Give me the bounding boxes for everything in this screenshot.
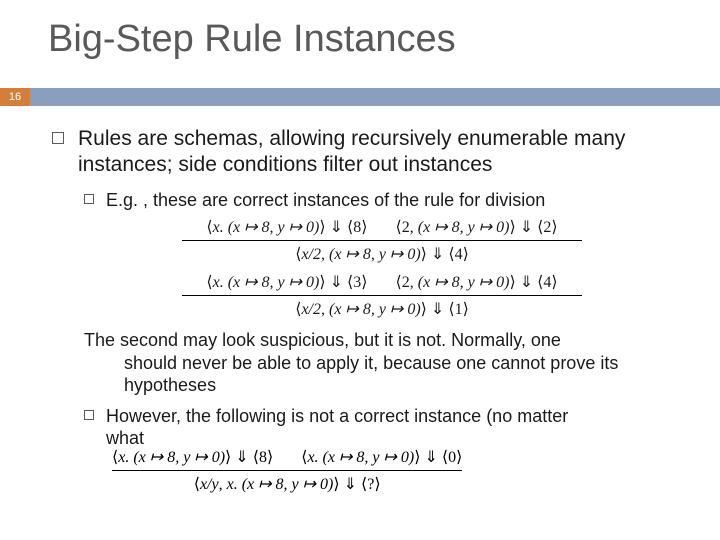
premise: ⟨x. (x ↦ 8, y ↦ 0)⟩ ⟨8⟩ — [112, 447, 273, 467]
bullet-square-icon — [84, 410, 94, 420]
rule-1: ⟨x. (x ↦ 8, y ↦ 0)⟩ ⟨8⟩ ⟨2, (x ↦ 8, y ↦ … — [92, 217, 672, 264]
premise: ⟨2, (x ↦ 8, y ↦ 0)⟩ ⟨4⟩ — [396, 272, 558, 292]
conclusion: ⟨x/y, x. (x ↦ 8, y ↦ 0)⟩ ⟨?⟩ — [194, 474, 381, 494]
page-number: 16 — [0, 88, 30, 106]
rule-line — [182, 295, 582, 296]
bullet-square-icon — [84, 194, 94, 204]
premise: ⟨2, (x ↦ 8, y ↦ 0)⟩ ⟨2⟩ — [396, 217, 558, 237]
bullet-level1: Rules are schemas, allowing recursively … — [52, 126, 672, 179]
bullet-square-icon — [52, 132, 64, 144]
bullet-level2: E.g. , these are correct instances of th… — [84, 189, 672, 212]
rule-2: ⟨x. (x ↦ 8, y ↦ 0)⟩ ⟨3⟩ ⟨2, (x ↦ 8, y ↦ … — [92, 272, 672, 319]
conclusion: ⟨x/2, (x ↦ 8, y ↦ 0)⟩ ⟨4⟩ — [295, 244, 469, 264]
bullet-level2: However, the following is not a correct … — [84, 405, 672, 450]
note-text: The second may look suspicious, but it i… — [84, 329, 672, 397]
slide-body: Rules are schemas, allowing recursively … — [52, 126, 672, 456]
rule-line — [112, 470, 462, 471]
bullet-text: E.g. , these are correct instances of th… — [106, 189, 545, 212]
premise: ⟨x. (x ↦ 8, y ↦ 0)⟩ ⟨8⟩ — [206, 217, 367, 237]
rule-3: ⟨x. (x ↦ 8, y ↦ 0)⟩ ⟨8⟩ ⟨x. (x ↦ 8, y ↦ … — [112, 447, 462, 494]
premise: ⟨x. (x ↦ 8, y ↦ 0)⟩ ⟨0⟩ — [301, 447, 462, 467]
inference-rules: ⟨x. (x ↦ 8, y ↦ 0)⟩ ⟨8⟩ ⟨2, (x ↦ 8, y ↦ … — [92, 217, 672, 319]
premise: ⟨x. (x ↦ 8, y ↦ 0)⟩ ⟨3⟩ — [206, 272, 367, 292]
slide: Big-Step Rule Instances 16 Rules are sch… — [0, 0, 720, 540]
bullet-text: Rules are schemas, allowing recursively … — [78, 126, 672, 179]
rule-line — [182, 240, 582, 241]
slide-title: Big-Step Rule Instances — [0, 0, 720, 61]
bullet-text: However, the following is not a correct … — [106, 405, 568, 450]
conclusion: ⟨x/2, (x ↦ 8, y ↦ 0)⟩ ⟨1⟩ — [295, 299, 469, 319]
accent-bar — [0, 88, 720, 106]
